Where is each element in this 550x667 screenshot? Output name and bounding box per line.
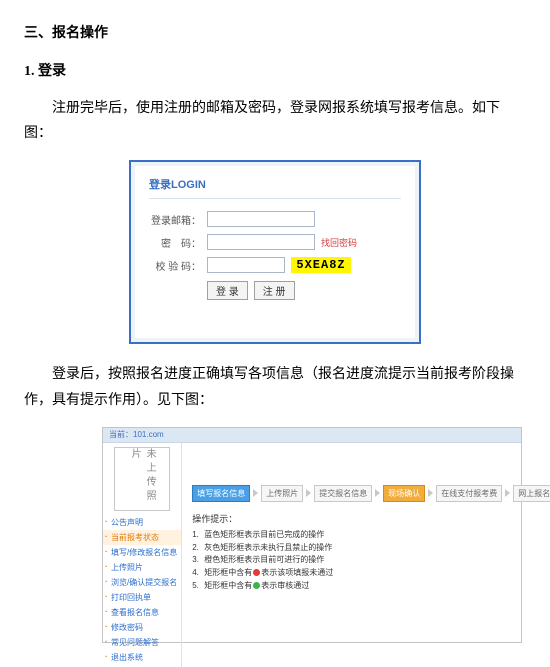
login-title-text: 登录LOGIN	[149, 176, 206, 192]
section-heading: 三、报名操作	[24, 22, 526, 42]
tip-item: 1.蓝色矩形框表示目前已完成的操作	[192, 529, 550, 542]
sidebar-item[interactable]: 查看报名信息	[103, 605, 181, 620]
label-password: 密 码：	[149, 235, 201, 250]
login-button[interactable]: 登 录	[207, 281, 248, 300]
status-dot-red	[253, 569, 260, 576]
flow-arrow-icon	[428, 489, 433, 497]
status-dot-green	[253, 582, 260, 589]
password-field[interactable]	[207, 234, 315, 250]
sidebar-item-label: 公告声明	[111, 518, 143, 527]
tips-title: 操作提示：	[192, 512, 550, 525]
sidebar-item-label: 填写/修改报名信息	[111, 548, 177, 557]
register-button[interactable]: 注 册	[254, 281, 295, 300]
flow-step[interactable]: 网上报名完成	[513, 485, 550, 502]
sidebar-item[interactable]: 浏览/确认提交报名	[103, 575, 181, 590]
tip-item: 5.矩形框中含有表示审核通过	[192, 580, 550, 593]
sidebar-item-label: 浏览/确认提交报名	[111, 578, 177, 587]
sidebar-item-label: 退出系统	[111, 653, 143, 662]
sidebar-item[interactable]: 常见问题解答	[103, 635, 181, 650]
login-title: 登录LOGIN	[149, 176, 401, 199]
login-panel: 登录LOGIN 登录邮箱： 密 码： 找回密码 校 验 码： 5XEA8Z 登 …	[135, 166, 415, 338]
paragraph-progress-intro: 登录后，按照报名进度正确填写各项信息（报名进度流提示当前报考阶段操作，具有提示作…	[24, 362, 526, 412]
photo-slot: 未上传照片	[114, 447, 170, 511]
paragraph-login-intro: 注册完毕后，使用注册的邮箱及密码，登录网报系统填写报考信息。如下图：	[24, 96, 526, 146]
captcha-image: 5XEA8Z	[291, 257, 351, 273]
sidebar-item-label: 修改密码	[111, 623, 143, 632]
tip-item: 2.灰色矩形框表示未执行且禁止的操作	[192, 542, 550, 555]
progress-main: 填写报名信息上传照片提交报名信息现场确认在线支付报考费网上报名完成 操作提示： …	[182, 443, 550, 667]
sidebar-item-label: 打印回执单	[111, 593, 151, 602]
tip-item: 4.矩形框中含有表示该项填报未通过	[192, 567, 550, 580]
flow-arrow-icon	[505, 489, 510, 497]
flow-arrow-icon	[375, 489, 380, 497]
sidebar-item[interactable]: 退出系统	[103, 650, 181, 665]
label-captcha: 校 验 码：	[149, 258, 201, 273]
tip-item: 3.橙色矩形框表示目前可进行的操作	[192, 554, 550, 567]
flow-arrow-icon	[253, 489, 258, 497]
progress-screenshot: 当前：101.com 未上传照片 公告声明当前报考状态填写/修改报名信息上传照片…	[102, 427, 522, 643]
flow-step[interactable]: 上传照片	[261, 485, 303, 502]
sidebar-item[interactable]: 打印回执单	[103, 590, 181, 605]
email-field[interactable]	[207, 211, 315, 227]
find-password-link[interactable]: 找回密码	[321, 236, 357, 249]
login-screenshot: 登录LOGIN 登录邮箱： 密 码： 找回密码 校 验 码： 5XEA8Z 登 …	[129, 160, 421, 344]
sidebar-item[interactable]: 上传照片	[103, 560, 181, 575]
sidebar-list: 公告声明当前报考状态填写/修改报名信息上传照片浏览/确认提交报名打印回执单查看报…	[103, 515, 181, 665]
tips-list: 1.蓝色矩形框表示目前已完成的操作2.灰色矩形框表示未执行且禁止的操作3.橙色矩…	[192, 529, 550, 593]
sidebar-item-label: 常见问题解答	[111, 638, 159, 647]
progress-topbar: 当前：101.com	[103, 428, 521, 443]
sidebar-item-label: 查看报名信息	[111, 608, 159, 617]
flow-step[interactable]: 现场确认	[383, 485, 425, 502]
sidebar-item-label: 上传照片	[111, 563, 143, 572]
label-email: 登录邮箱：	[149, 212, 201, 227]
captcha-field[interactable]	[207, 257, 285, 273]
flow-step[interactable]: 提交报名信息	[314, 485, 372, 502]
sidebar-item[interactable]: 当前报考状态	[103, 530, 181, 545]
progress-flow: 填写报名信息上传照片提交报名信息现场确认在线支付报考费网上报名完成	[192, 485, 550, 502]
sidebar-item[interactable]: 填写/修改报名信息	[103, 545, 181, 560]
progress-sidebar: 未上传照片 公告声明当前报考状态填写/修改报名信息上传照片浏览/确认提交报名打印…	[103, 443, 182, 667]
sub-heading-login: 1. 登录	[24, 60, 526, 80]
sidebar-item[interactable]: 公告声明	[103, 515, 181, 530]
sidebar-item[interactable]: 修改密码	[103, 620, 181, 635]
flow-arrow-icon	[306, 489, 311, 497]
flow-step[interactable]: 在线支付报考费	[436, 485, 502, 502]
flow-step[interactable]: 填写报名信息	[192, 485, 250, 502]
sidebar-item-label: 当前报考状态	[111, 533, 159, 542]
